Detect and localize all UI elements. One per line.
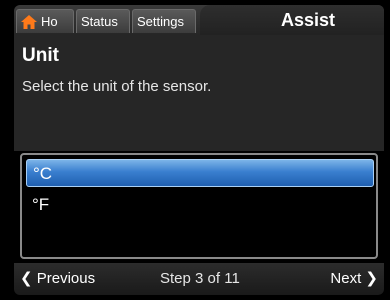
- chevron-left-icon: ❮: [20, 270, 33, 287]
- chevron-right-icon: ❯: [365, 270, 378, 287]
- tab-settings-label: Settings: [137, 14, 184, 29]
- tab-assist-label: Assist: [280, 10, 336, 30]
- option-label: °C: [33, 164, 53, 183]
- option-fahrenheit[interactable]: °F: [26, 191, 374, 219]
- assist-window: Ho Status Settings Assist Unit Select th…: [14, 5, 384, 295]
- page-title: Unit: [22, 45, 59, 66]
- page-description: Select the unit of the sensor.: [22, 78, 212, 95]
- tab-status-label: Status: [81, 14, 118, 29]
- tab-status[interactable]: Status: [76, 9, 130, 33]
- option-celsius[interactable]: °C: [26, 159, 374, 187]
- content-panel: Unit Select the unit of the sensor.: [14, 35, 384, 151]
- tab-home-label: Ho: [41, 14, 58, 29]
- tab-bar: Ho Status Settings Assist: [14, 5, 384, 35]
- next-button[interactable]: Next ❯: [330, 263, 378, 295]
- step-indicator: Step 3 of 11: [160, 270, 240, 287]
- tab-settings[interactable]: Settings: [132, 9, 196, 33]
- tab-home[interactable]: Ho: [16, 9, 74, 33]
- next-label: Next: [330, 270, 362, 287]
- unit-listbox[interactable]: °C °F: [20, 153, 378, 259]
- footer-nav: ❮ Previous Step 3 of 11 Next ❯: [14, 263, 384, 295]
- previous-button[interactable]: ❮ Previous: [20, 263, 95, 295]
- tab-assist[interactable]: Assist: [200, 5, 384, 35]
- option-label: °F: [32, 195, 50, 214]
- home-icon: [21, 15, 37, 29]
- previous-label: Previous: [36, 270, 96, 287]
